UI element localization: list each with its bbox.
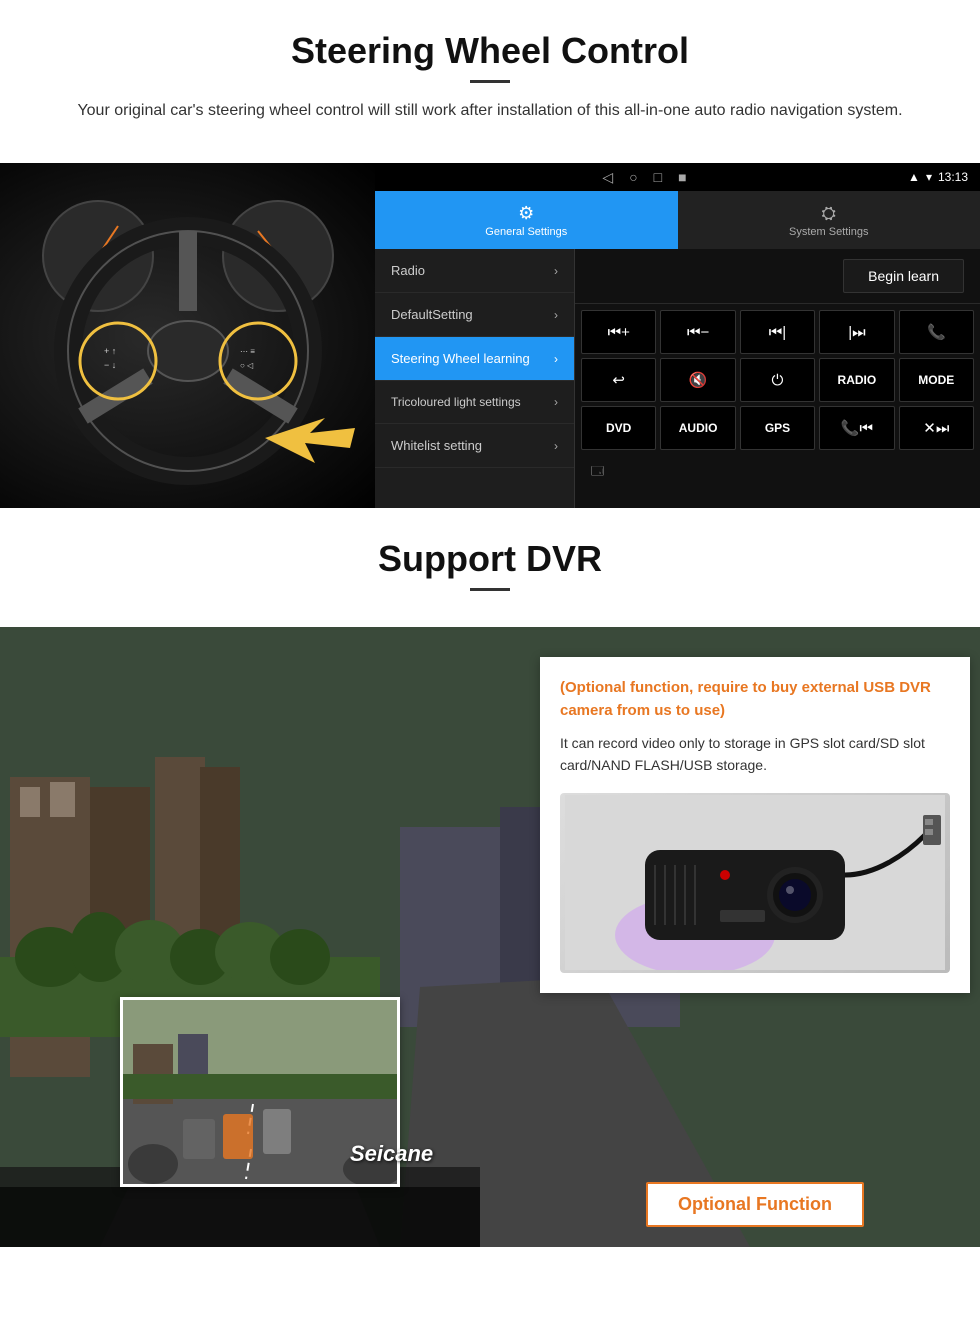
panel-body: Radio › DefaultSetting › Steering Wheel …: [375, 249, 980, 508]
dvr-background: Seicane (Optional function, require to b…: [0, 627, 980, 1247]
steering-description: Your original car's steering wheel contr…: [60, 99, 920, 123]
dvr-optional-text: (Optional function, require to buy exter…: [560, 677, 950, 722]
seicane-text: Seicane: [350, 1141, 433, 1166]
menu-icon[interactable]: ■: [678, 169, 686, 186]
dvd-btn[interactable]: DVD: [581, 406, 656, 450]
optional-function-badge-area: Optional Function: [540, 1182, 970, 1227]
svg-text:○ ◁: ○ ◁: [240, 361, 254, 370]
general-settings-icon: ⚙: [518, 203, 534, 224]
seicane-brand: Seicane: [350, 1141, 433, 1167]
status-time: 13:13: [938, 170, 968, 184]
dvr-camera-image: [560, 793, 950, 973]
wifi-icon: ▾: [926, 170, 932, 184]
menu-item-whitelist-label: Whitelist setting: [391, 438, 482, 453]
arrow-svg: [265, 418, 355, 483]
optional-function-badge: Optional Function: [646, 1182, 864, 1227]
steering-title: Steering Wheel Control: [40, 30, 940, 72]
control-buttons-grid: ⏮+ ⏮− ⏮| |⏭ 📞 ↩ 🔇 ⏻ RADIO MODE DVD AUDIO…: [575, 304, 980, 456]
vol-down-btn[interactable]: ⏮−: [660, 310, 735, 354]
menu-item-steering-wheel[interactable]: Steering Wheel learning ›: [375, 337, 574, 381]
svg-text:⋯ ≡: ⋯ ≡: [240, 347, 255, 356]
tab-general-settings[interactable]: ⚙ General Settings: [375, 191, 678, 249]
svg-text:+ ↑: + ↑: [104, 346, 116, 356]
mode-btn[interactable]: MODE: [899, 358, 974, 402]
status-bar: ◁ ○ □ ■ ▲ ▾ 13:13: [375, 163, 980, 191]
menu-item-whitelist[interactable]: Whitelist setting ›: [375, 424, 574, 468]
prev-btn[interactable]: ⏮|: [740, 310, 815, 354]
dvr-image-area: Seicane (Optional function, require to b…: [0, 627, 980, 1247]
whitelist-icon: 🗔: [591, 462, 604, 483]
audio-btn[interactable]: AUDIO: [660, 406, 735, 450]
radio-btn[interactable]: RADIO: [819, 358, 894, 402]
chevron-icon: ›: [554, 395, 558, 409]
chevron-icon: ›: [554, 352, 558, 366]
system-settings-icon: ⛭: [822, 203, 836, 224]
tab-system-settings[interactable]: ⛭ System Settings: [678, 191, 980, 249]
android-ui-panel: ◁ ○ □ ■ ▲ ▾ 13:13 ⚙ General Settings ⛭ S…: [375, 163, 980, 508]
menu-item-tricoloured-label: Tricoloured light settings: [391, 395, 521, 409]
system-settings-label: System Settings: [789, 226, 868, 238]
dvr-section: Support DVR: [0, 508, 980, 1247]
chevron-icon: ›: [554, 308, 558, 322]
begin-learn-button[interactable]: Begin learn: [843, 259, 964, 293]
phone-prev-btn[interactable]: 📞⏮: [819, 406, 894, 450]
back-icon[interactable]: ◁: [602, 169, 613, 186]
gps-btn[interactable]: GPS: [740, 406, 815, 450]
menu-item-steering-label: Steering Wheel learning: [391, 351, 530, 366]
next-btn[interactable]: |⏭: [819, 310, 894, 354]
dvr-camera-svg: [565, 795, 945, 970]
chevron-icon: ›: [554, 439, 558, 453]
home-icon[interactable]: ○: [629, 169, 637, 186]
dvr-title: Support DVR: [40, 538, 940, 580]
back-call-btn[interactable]: ↩: [581, 358, 656, 402]
settings-menu: Radio › DefaultSetting › Steering Wheel …: [375, 249, 575, 508]
steering-section: Steering Wheel Control Your original car…: [0, 0, 980, 163]
settings-tabs: ⚙ General Settings ⛭ System Settings: [375, 191, 980, 249]
dvr-description: It can record video only to storage in G…: [560, 732, 950, 777]
svg-text:− ↓: − ↓: [104, 360, 116, 370]
recents-icon[interactable]: □: [654, 169, 662, 186]
chevron-icon: ›: [554, 264, 558, 278]
menu-item-radio[interactable]: Radio ›: [375, 249, 574, 293]
vol-up-btn[interactable]: ⏮+: [581, 310, 656, 354]
general-settings-label: General Settings: [485, 226, 567, 238]
begin-learn-row: Begin learn: [575, 249, 980, 304]
whitelist-row: 🗔: [575, 456, 980, 489]
title-divider: [470, 80, 510, 83]
dvr-title-divider: [470, 588, 510, 591]
phone-btn[interactable]: 📞: [899, 310, 974, 354]
close-next-btn[interactable]: ✕⏭: [899, 406, 974, 450]
dvr-title-area: Support DVR: [0, 508, 980, 627]
menu-item-default-setting[interactable]: DefaultSetting ›: [375, 293, 574, 337]
steering-demo-container: + ↑ − ↓ ⋯ ≡ ○ ◁ ◁ ○ □ ■ ▲ ▾ 13:13: [0, 163, 980, 508]
menu-item-default-label: DefaultSetting: [391, 307, 473, 322]
mute-btn[interactable]: 🔇: [660, 358, 735, 402]
steering-wheel-photo: + ↑ − ↓ ⋯ ≡ ○ ◁: [0, 163, 375, 508]
steering-wheel-graphic: + ↑ − ↓ ⋯ ≡ ○ ◁: [0, 163, 375, 508]
nav-icons-area: ◁ ○ □ ■: [387, 169, 902, 186]
signal-icon: ▲: [908, 170, 920, 184]
power-btn[interactable]: ⏻: [740, 358, 815, 402]
menu-item-tricoloured[interactable]: Tricoloured light settings ›: [375, 381, 574, 424]
menu-item-radio-label: Radio: [391, 263, 425, 278]
controls-column: Begin learn ⏮+ ⏮− ⏮| |⏭ 📞 ↩ 🔇 ⏻ RADIO MO…: [575, 249, 980, 508]
dvr-info-card: (Optional function, require to buy exter…: [540, 657, 970, 993]
